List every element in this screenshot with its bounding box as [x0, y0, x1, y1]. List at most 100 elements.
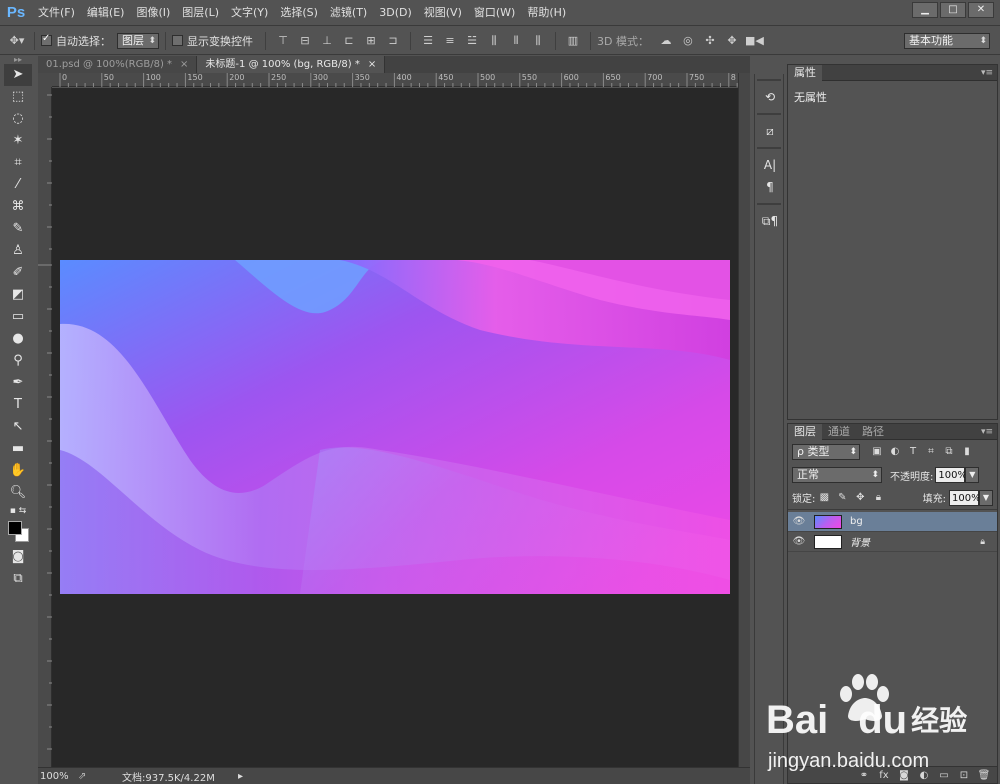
marquee-tool-icon[interactable]: ⬚ — [4, 86, 32, 108]
toolbox-collapse-icon[interactable]: ▸▸ — [4, 56, 32, 64]
tab-close-icon[interactable]: × — [180, 56, 188, 73]
brush-tool-icon[interactable]: ✎ — [4, 218, 32, 240]
type-tool-icon[interactable]: T — [4, 394, 32, 416]
distribute-bottom-icon[interactable]: ☱ — [463, 32, 481, 50]
healing-brush-tool-icon[interactable]: ⌘ — [4, 196, 32, 218]
auto-select-dropdown[interactable]: 图层 — [117, 32, 159, 49]
menu-type[interactable]: 文字(Y) — [225, 0, 274, 26]
tab-untitled-1[interactable]: 未标题-1 @ 100% (bg, RGB/8) * × — [197, 56, 386, 73]
document-scrollbar[interactable] — [738, 73, 750, 767]
zoom-tool-icon[interactable]: 🔍︎ — [4, 482, 32, 504]
gradient-tool-icon[interactable]: ▭ — [4, 306, 32, 328]
tab-01-psd[interactable]: 01.psd @ 100%(RGB/8) * × — [38, 56, 198, 73]
show-transform-checkbox[interactable] — [172, 35, 183, 46]
zoom-level[interactable]: 100% — [38, 771, 78, 782]
move-tool-preset-icon[interactable]: ✥▾ — [8, 32, 26, 50]
magic-wand-tool-icon[interactable]: ✶ — [4, 130, 32, 152]
swatches-panel-icon[interactable]: ⧄ — [756, 120, 784, 142]
paragraph-styles-panel-icon[interactable]: ⧉¶ — [756, 210, 784, 232]
quick-mask-icon[interactable]: ◙ — [4, 546, 32, 568]
hand-tool-icon[interactable]: ✋ — [4, 460, 32, 482]
panel-menu-icon[interactable]: ▾≡ — [977, 424, 997, 439]
workspace-dropdown[interactable]: 基本功能 — [904, 32, 990, 49]
lock-image-icon[interactable]: ✎ — [833, 490, 851, 506]
screen-mode-icon[interactable]: ⧉ — [4, 568, 32, 590]
panel-menu-icon[interactable]: ▾≡ — [977, 65, 997, 80]
distribute-hcenter-icon[interactable]: ⫴ — [507, 32, 525, 50]
layer-name[interactable]: bg — [850, 516, 863, 527]
pen-tool-icon[interactable]: ✒ — [4, 372, 32, 394]
tab-paths[interactable]: 路径 — [856, 424, 890, 440]
menu-help[interactable]: 帮助(H) — [521, 0, 572, 26]
3d-slide-icon[interactable]: ✥ — [723, 32, 741, 50]
tab-close-icon[interactable]: × — [368, 56, 376, 73]
align-left-icon[interactable]: ⊏ — [340, 32, 358, 50]
align-hcenter-icon[interactable]: ⊞ — [362, 32, 380, 50]
3d-roll-icon[interactable]: ◎ — [679, 32, 697, 50]
align-vcenter-icon[interactable]: ⊟ — [296, 32, 314, 50]
filter-toggle-icon[interactable]: ▮ — [958, 444, 976, 460]
blur-tool-icon[interactable]: ● — [4, 328, 32, 350]
auto-align-icon[interactable]: ▥ — [564, 32, 582, 50]
menu-window[interactable]: 窗口(W) — [468, 0, 521, 26]
filter-type-icon[interactable]: T — [904, 444, 922, 460]
paragraph-panel-icon[interactable]: ¶ — [756, 176, 784, 198]
maximize-button[interactable]: □ — [940, 2, 966, 18]
close-button[interactable]: ✕ — [968, 2, 994, 18]
filter-smart-object-icon[interactable]: ⧉ — [940, 444, 958, 460]
align-bottom-icon[interactable]: ⊥ — [318, 32, 336, 50]
history-brush-tool-icon[interactable]: ✐ — [4, 262, 32, 284]
status-export-icon[interactable]: ⇗ — [78, 771, 122, 782]
status-menu-arrow-icon[interactable]: ▸ — [238, 771, 243, 782]
ruler-vertical[interactable] — [38, 87, 52, 767]
distribute-right-icon[interactable]: ⫼ — [529, 32, 547, 50]
tab-channels[interactable]: 通道 — [822, 424, 856, 440]
tab-properties[interactable]: 属性 — [788, 65, 822, 81]
layer-row-bg[interactable]: 👁︎ bg — [788, 512, 997, 532]
fill-input[interactable]: 100% — [949, 489, 981, 506]
blend-mode-dropdown[interactable]: 正常 — [792, 467, 882, 483]
crop-tool-icon[interactable]: ⌗ — [4, 152, 32, 174]
ruler-horizontal[interactable]: 0 50 100 150 200 250 300 350 400 450 500 550 600 650 7… — [52, 73, 738, 87]
menu-file[interactable]: 文件(F) — [32, 0, 81, 26]
filter-pixel-icon[interactable]: ▣ — [868, 444, 886, 460]
fill-dropdown-arrow-icon[interactable]: ▼ — [979, 489, 993, 506]
align-top-icon[interactable]: ⊤ — [274, 32, 292, 50]
swap-colors-icon[interactable]: ▪ ⇆ — [4, 504, 32, 518]
menu-layer[interactable]: 图层(L) — [176, 0, 225, 26]
menu-filter[interactable]: 滤镜(T) — [324, 0, 373, 26]
align-right-icon[interactable]: ⊐ — [384, 32, 402, 50]
color-swatches[interactable] — [4, 518, 32, 546]
eraser-tool-icon[interactable]: ◩ — [4, 284, 32, 306]
lock-position-icon[interactable]: ✥ — [851, 490, 869, 506]
ruler-origin[interactable] — [38, 73, 52, 87]
lasso-tool-icon[interactable]: ◌ — [4, 108, 32, 130]
opacity-input[interactable]: 100% — [935, 467, 967, 483]
distribute-vcenter-icon[interactable]: ≡ — [441, 32, 459, 50]
character-panel-icon[interactable]: A| — [756, 154, 784, 176]
menu-view[interactable]: 视图(V) — [418, 0, 468, 26]
lock-transparent-icon[interactable]: ▩ — [815, 490, 833, 506]
filter-shape-icon[interactable]: ⌗ — [922, 444, 940, 460]
3d-pan-icon[interactable]: ✣ — [701, 32, 719, 50]
menu-image[interactable]: 图像(I) — [130, 0, 176, 26]
move-tool-icon[interactable]: ➤ — [4, 64, 32, 86]
visibility-eye-icon[interactable]: 👁︎ — [788, 516, 810, 527]
distribute-left-icon[interactable]: ⫼ — [485, 32, 503, 50]
distribute-top-icon[interactable]: ☰ — [419, 32, 437, 50]
eyedropper-tool-icon[interactable]: ⁄ — [4, 174, 32, 196]
path-selection-tool-icon[interactable]: ↖ — [4, 416, 32, 438]
menu-select[interactable]: 选择(S) — [274, 0, 324, 26]
lock-all-icon[interactable]: 🔒︎ — [869, 490, 887, 506]
layer-row-background[interactable]: 👁︎ 背景 🔒︎ — [788, 532, 997, 552]
canvas-area[interactable] — [52, 88, 738, 767]
clone-stamp-tool-icon[interactable]: ♙ — [4, 240, 32, 262]
rectangle-tool-icon[interactable]: ▬ — [4, 438, 32, 460]
menu-3d[interactable]: 3D(D) — [373, 0, 418, 26]
foreground-color-swatch[interactable] — [8, 521, 22, 535]
3d-scale-icon[interactable]: ■◀ — [745, 32, 764, 50]
filter-adjustment-icon[interactable]: ◐ — [886, 444, 904, 460]
visibility-eye-icon[interactable]: 👁︎ — [788, 536, 810, 547]
3d-orbit-icon[interactable]: ☁ — [657, 32, 675, 50]
menu-edit[interactable]: 编辑(E) — [81, 0, 131, 26]
